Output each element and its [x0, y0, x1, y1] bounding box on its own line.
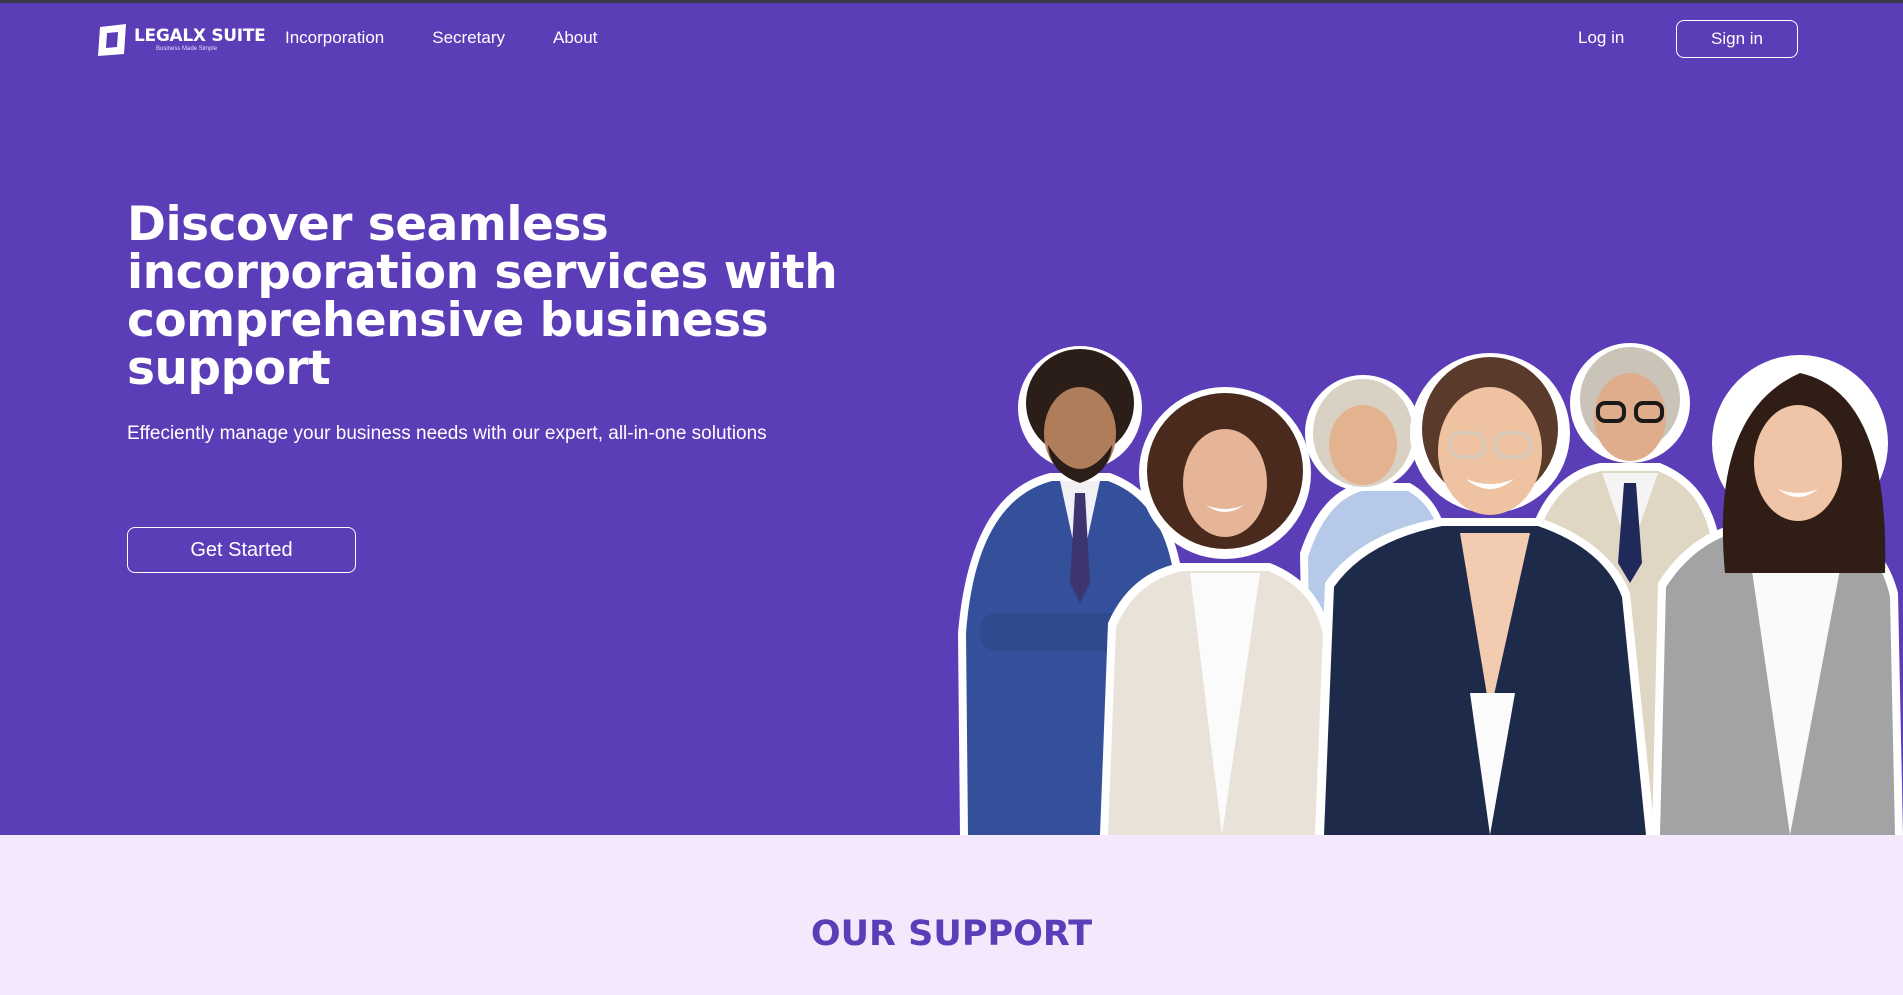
person-woman-right: [1652, 355, 1903, 835]
hero-headline: Discover seamless incorporation services…: [127, 197, 838, 396]
top-navbar: LEGALX SUITE Business Made Simple Incorp…: [0, 3, 1903, 77]
person-woman-curly-hair: [1100, 387, 1332, 835]
brand-name: LEGALX SUITE: [134, 26, 266, 46]
brand-tagline: Business Made Simple: [156, 46, 218, 52]
section-title: OUR SUPPORT: [810, 914, 1093, 954]
hero-section: LEGALX SUITE Business Made Simple Incorp…: [0, 3, 1903, 835]
brand-logo[interactable]: LEGALX SUITE Business Made Simple: [96, 23, 266, 57]
get-started-button[interactable]: Get Started: [127, 527, 356, 573]
signin-button[interactable]: Sign in: [1676, 20, 1798, 58]
nav-link-secretary[interactable]: Secretary: [432, 28, 505, 48]
nav-links: Incorporation Secretary About: [285, 28, 597, 48]
login-link[interactable]: Log in: [1578, 28, 1624, 48]
nav-link-incorporation[interactable]: Incorporation: [285, 28, 384, 48]
logo-square-icon: [98, 24, 126, 56]
logo-text: LEGALX SUITE Business Made Simple: [134, 26, 266, 53]
nav-link-about[interactable]: About: [553, 28, 597, 48]
team-photo: [958, 343, 1903, 835]
hero-subtitle: Effeciently manage your business needs w…: [127, 423, 767, 444]
